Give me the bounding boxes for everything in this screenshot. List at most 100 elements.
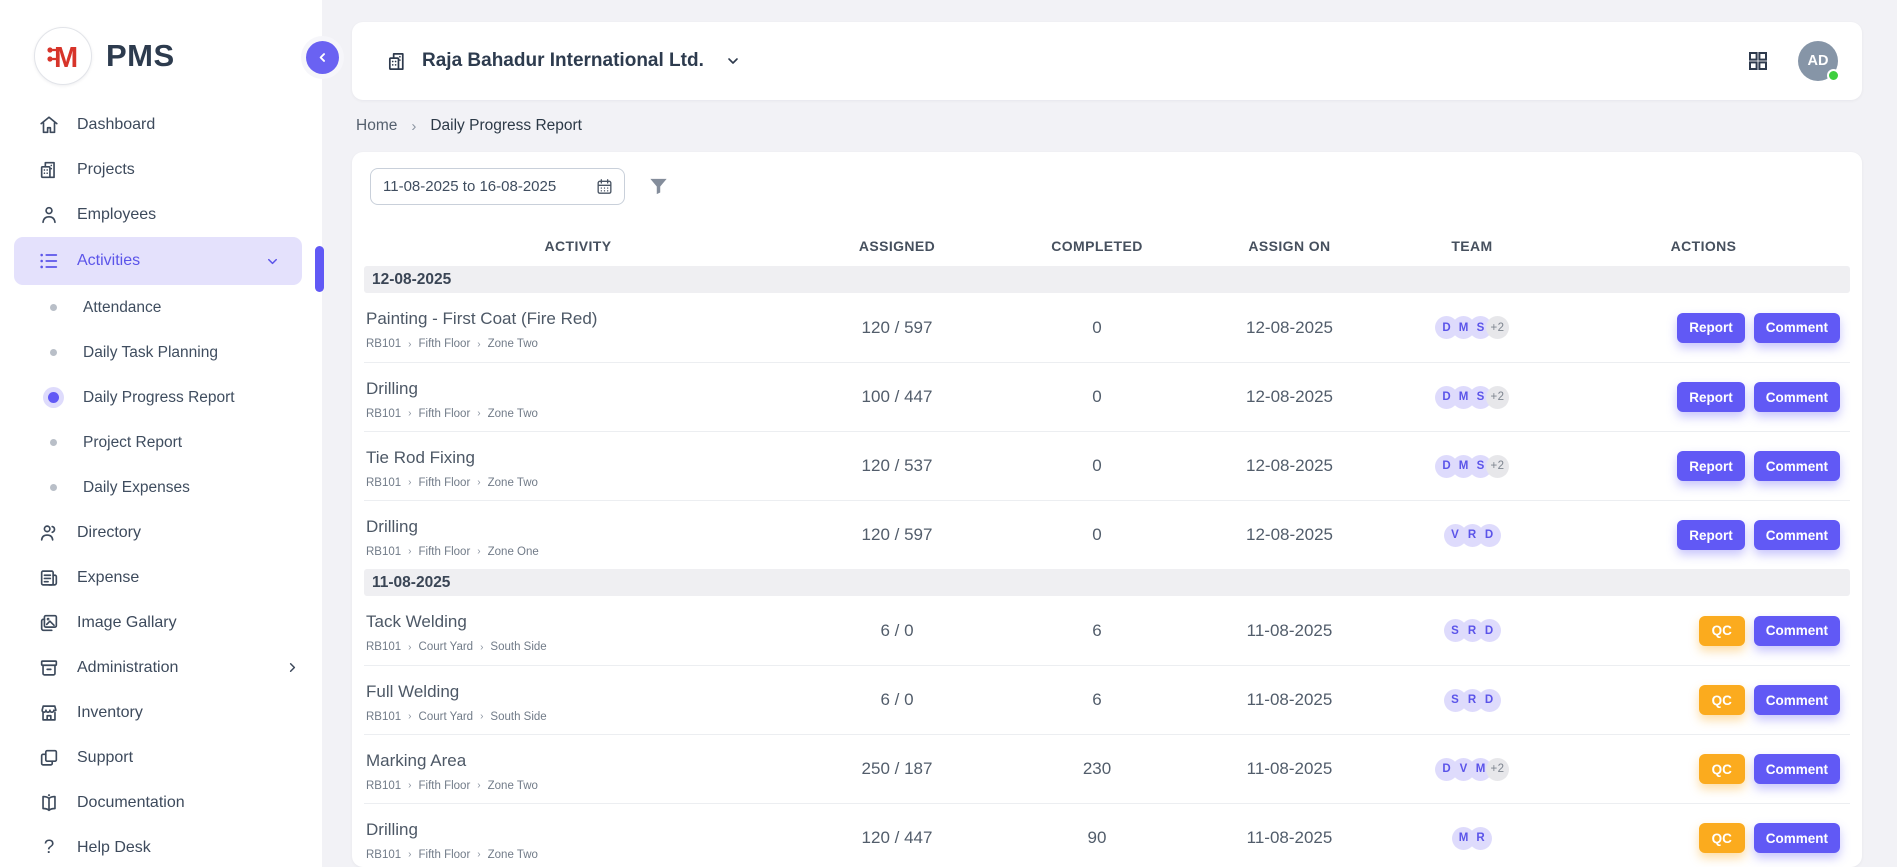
sidebar-item-inventory[interactable]: Inventory: [0, 690, 322, 735]
team-avatar-more[interactable]: +2: [1486, 316, 1509, 339]
completed-value: 6: [1002, 621, 1192, 641]
sidebar-item-label: Directory: [77, 524, 141, 542]
header-actions: ACTIONS: [1557, 238, 1850, 254]
path-segment: Fifth Floor: [419, 546, 471, 558]
sidebar-item-help-desk[interactable]: ? Help Desk: [0, 825, 322, 867]
apps-grid-icon[interactable]: [1746, 49, 1770, 73]
breadcrumb-home[interactable]: Home: [356, 117, 397, 135]
book-icon: [38, 792, 60, 814]
activity-path: RB101› Fifth Floor› Zone Two: [366, 477, 792, 489]
team-avatar[interactable]: D: [1478, 524, 1501, 547]
report-button[interactable]: Report: [1677, 520, 1745, 550]
path-segment: RB101: [366, 780, 401, 792]
team-avatar[interactable]: D: [1478, 619, 1501, 642]
sidebar-item-documentation[interactable]: Documentation: [0, 780, 322, 825]
bullet-icon: [50, 304, 57, 311]
sidebar-subitem-label: Daily Expenses: [83, 479, 190, 497]
report-button[interactable]: Report: [1677, 382, 1745, 412]
header-assigned: ASSIGNED: [792, 238, 1002, 254]
sidebar-collapse-button[interactable]: [306, 41, 339, 74]
qc-button[interactable]: QC: [1699, 616, 1745, 646]
people-icon: [38, 522, 60, 544]
comment-button[interactable]: Comment: [1754, 823, 1840, 853]
assign-on-value: 11-08-2025: [1192, 690, 1387, 710]
comment-button[interactable]: Comment: [1754, 313, 1840, 343]
table-row: Painting - First Coat (Fire Red) RB101› …: [364, 293, 1850, 362]
qc-button[interactable]: QC: [1699, 685, 1745, 715]
calendar-icon[interactable]: [595, 177, 614, 196]
breadcrumb: Home › Daily Progress Report: [356, 117, 582, 135]
sidebar-item-label: Image Gallary: [77, 614, 177, 632]
sidebar-item-project-report[interactable]: Project Report: [0, 420, 322, 465]
sidebar-item-expense[interactable]: Expense: [0, 555, 322, 600]
completed-value: 0: [1002, 318, 1192, 338]
copy-icon: [38, 747, 60, 769]
filter-funnel-icon[interactable]: [647, 175, 670, 198]
team-avatar-more[interactable]: +2: [1486, 455, 1509, 478]
sidebar-item-activities[interactable]: Activities: [14, 237, 302, 285]
sidebar-subitem-label: Project Report: [83, 434, 182, 452]
sidebar-item-administration[interactable]: Administration: [0, 645, 322, 690]
bullet-icon: [50, 484, 57, 491]
comment-button[interactable]: Comment: [1754, 685, 1840, 715]
sidebar-item-label: Documentation: [77, 794, 185, 812]
team-avatar-more[interactable]: +2: [1486, 386, 1509, 409]
completed-value: 0: [1002, 456, 1192, 476]
sidebar-subitem-label: Attendance: [83, 299, 161, 317]
path-segment: RB101: [366, 711, 401, 723]
sidebar-item-projects[interactable]: Projects: [0, 147, 322, 192]
path-segment: RB101: [366, 477, 401, 489]
date-range-input[interactable]: 11-08-2025 to 16-08-2025: [370, 168, 625, 205]
team-avatars: D M S +2: [1387, 455, 1557, 478]
sidebar-item-label: Projects: [77, 161, 135, 179]
sidebar-item-dashboard[interactable]: Dashboard: [0, 102, 322, 147]
sidebar-item-daily-expenses[interactable]: Daily Expenses: [0, 465, 322, 510]
comment-button[interactable]: Comment: [1754, 754, 1840, 784]
comment-button[interactable]: Comment: [1754, 382, 1840, 412]
company-selector[interactable]: Raja Bahadur International Ltd.: [386, 50, 741, 73]
team-avatars: V R D: [1387, 524, 1557, 547]
assign-on-value: 11-08-2025: [1192, 621, 1387, 641]
comment-button[interactable]: Comment: [1754, 451, 1840, 481]
header-team: TEAM: [1387, 238, 1557, 254]
assign-on-value: 12-08-2025: [1192, 525, 1387, 545]
activity-title: Tack Welding: [366, 612, 792, 632]
sidebar-item-label: Support: [77, 749, 133, 767]
report-button[interactable]: Report: [1677, 313, 1745, 343]
team-avatar[interactable]: D: [1478, 689, 1501, 712]
team-avatar[interactable]: R: [1469, 827, 1492, 850]
header-assign-on: ASSIGN ON: [1192, 238, 1387, 254]
qc-button[interactable]: QC: [1699, 823, 1745, 853]
assign-on-value: 12-08-2025: [1192, 456, 1387, 476]
chevron-separator-icon: ›: [477, 408, 480, 419]
company-name: Raja Bahadur International Ltd.: [422, 50, 704, 72]
path-segment: Zone Two: [488, 408, 538, 420]
receipt-icon: [38, 567, 60, 589]
report-button[interactable]: Report: [1677, 451, 1745, 481]
assigned-value: 120 / 597: [792, 318, 1002, 338]
bullet-icon: [50, 439, 57, 446]
sidebar-item-directory[interactable]: Directory: [0, 510, 322, 555]
sidebar-item-employees[interactable]: Employees: [0, 192, 322, 237]
sidebar-item-daily-task-planning[interactable]: Daily Task Planning: [0, 330, 322, 375]
table-row: Full Welding RB101› Court Yard› South Si…: [364, 665, 1850, 734]
qc-button[interactable]: QC: [1699, 754, 1745, 784]
comment-button[interactable]: Comment: [1754, 616, 1840, 646]
chevron-separator-icon: ›: [480, 642, 483, 653]
table-row: Marking Area RB101› Fifth Floor› Zone Tw…: [364, 734, 1850, 803]
path-segment: Fifth Floor: [419, 408, 471, 420]
activity-title: Tie Rod Fixing: [366, 448, 792, 468]
comment-button[interactable]: Comment: [1754, 520, 1840, 550]
path-segment: Zone Two: [488, 849, 538, 861]
sidebar-item-support[interactable]: Support: [0, 735, 322, 780]
chevron-separator-icon: ›: [477, 339, 480, 350]
sidebar-item-attendance[interactable]: Attendance: [0, 285, 322, 330]
user-avatar[interactable]: AD: [1798, 41, 1838, 81]
sidebar-item-image-gallary[interactable]: Image Gallary: [0, 600, 322, 645]
sidebar-item-daily-progress-report[interactable]: Daily Progress Report: [0, 375, 322, 420]
sidebar-item-label: Expense: [77, 569, 139, 587]
path-segment: Court Yard: [419, 711, 474, 723]
team-avatar-more[interactable]: +2: [1486, 758, 1509, 781]
assigned-value: 120 / 537: [792, 456, 1002, 476]
chevron-separator-icon: ›: [477, 849, 480, 860]
